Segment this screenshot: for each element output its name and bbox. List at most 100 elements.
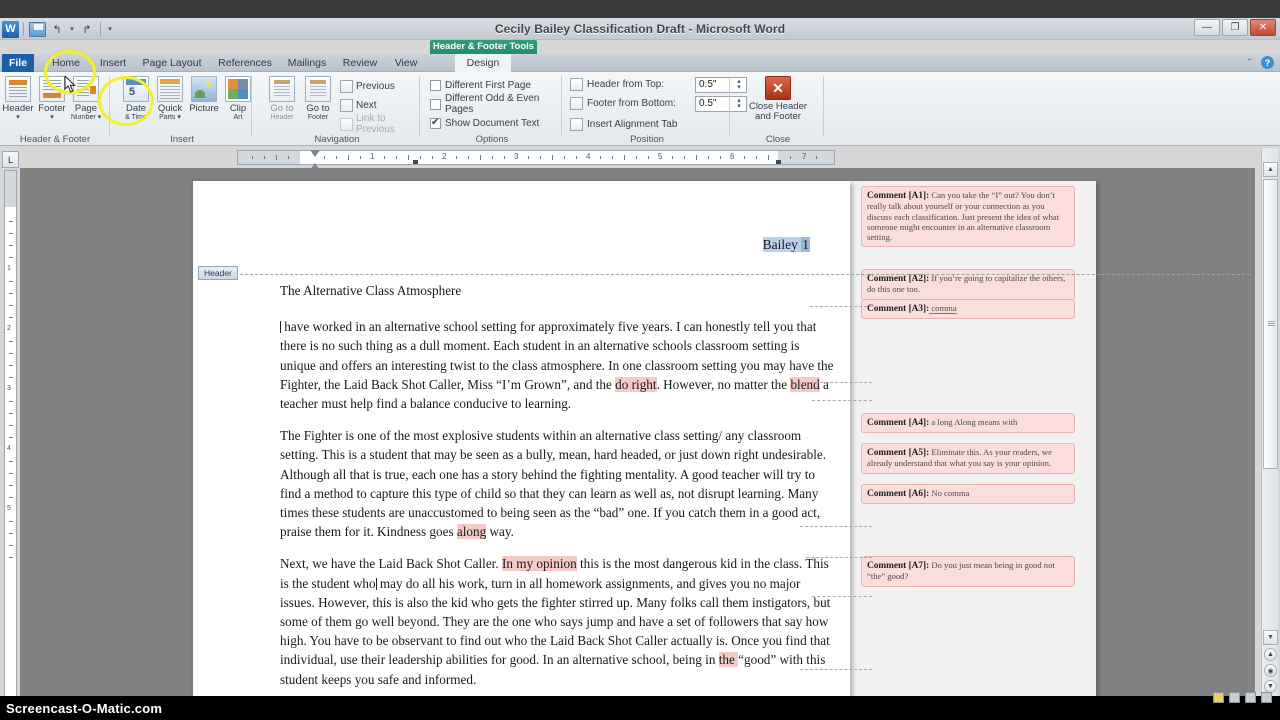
different-odd-even-pages-checkbox[interactable]: Different Odd & Even Pages: [430, 93, 562, 115]
word-application-window: W ↰ ▾ ↱ ▾ Cecily Bailey Classification D…: [0, 0, 1280, 720]
header-from-top-label: Header from Top:: [587, 79, 665, 90]
date-time-label-1: Date: [125, 103, 147, 114]
status-icon-3: [1245, 692, 1256, 703]
ribbon-tab-strip[interactable]: File Home Insert Page Layout References …: [0, 54, 1280, 72]
different-first-page-checkbox[interactable]: Different First Page: [430, 77, 531, 93]
show-document-text-checkbox[interactable]: Show Document Text: [430, 115, 539, 131]
word-window: W ↰ ▾ ↱ ▾ Cecily Bailey Classification D…: [0, 18, 1280, 714]
tab-mailings[interactable]: Mailings: [281, 54, 333, 72]
ribbon-group-position: Header from Top: ▴▾ Footer from Bottom: …: [564, 72, 747, 146]
link-to-previous-button[interactable]: Link to Previous: [340, 113, 420, 135]
document-header-right[interactable]: Bailey 1: [762, 237, 810, 253]
header-from-top-input: [696, 78, 732, 91]
vertical-scrollbar[interactable]: ▲ ▼ ▲ ◉ ▼: [1261, 148, 1278, 704]
document-page[interactable]: Bailey 1 Header The Alternative Class At…: [193, 181, 1250, 704]
select-browse-object-button[interactable]: ◉: [1264, 664, 1277, 677]
commented-text-highlight: blend: [790, 376, 820, 392]
tab-file[interactable]: File: [2, 54, 34, 72]
tab-stop-selector[interactable]: L: [2, 151, 19, 168]
paragraph-2[interactable]: The Fighter is one of the most explosive…: [280, 426, 835, 541]
scroll-down-button[interactable]: ▼: [1263, 630, 1278, 645]
vruler-num-5: 5: [7, 505, 11, 512]
maximize-button[interactable]: ❐: [1222, 19, 1248, 36]
tab-home[interactable]: Home: [44, 54, 88, 72]
previous-page-button[interactable]: ▲: [1264, 648, 1277, 661]
ruler-tab-stop-center[interactable]: [413, 160, 418, 164]
close-header-and-footer-button[interactable]: ✕ Close Header and Footer: [748, 76, 808, 122]
page-number-label-2[interactable]: Number ▾: [71, 114, 101, 121]
vertical-scroll-thumb[interactable]: [1263, 179, 1278, 469]
vruler-num-4: 4: [7, 445, 11, 452]
tab-page-layout[interactable]: Page Layout: [137, 54, 207, 72]
go-to-footer-button[interactable]: Go to Footer: [296, 76, 340, 121]
comment-label-a6: Comment [A6]:: [867, 489, 930, 499]
previous-label: Previous: [356, 80, 395, 92]
header-boundary-line: [210, 274, 1250, 275]
ribbon-group-insert: Date& Time QuickParts ▾ Picture ClipArt …: [112, 72, 252, 146]
header-button-label: Header: [2, 103, 34, 114]
header-dropdown-caret-icon[interactable]: ▾: [2, 114, 33, 121]
header-text: Bailey: [762, 237, 802, 252]
footer-dropdown-caret-icon[interactable]: ▾: [38, 114, 65, 121]
paragraph-3[interactable]: Next, we have the Laid Back Shot Caller.…: [280, 554, 835, 688]
comment-balloon-a4[interactable]: Comment [A4]: a long Along means with: [861, 413, 1075, 434]
comment-leader-a7: [800, 669, 872, 670]
footer-from-bottom-row[interactable]: Footer from Bottom: ▴▾: [570, 95, 747, 112]
document-body[interactable]: The Alternative Class Atmosphere have wo…: [280, 281, 835, 702]
footer-from-bottom-icon: [570, 97, 583, 110]
close-header-footer-icon: ✕: [765, 76, 791, 100]
comment-balloon-a3[interactable]: Comment [A3]: comma: [861, 299, 1075, 320]
page-number-button[interactable]: Page Number ▾: [64, 76, 108, 121]
paragraph-text: Next, we have the Laid Back Shot Caller.: [280, 556, 502, 572]
minimize-button[interactable]: —: [1194, 19, 1220, 36]
group-label-navigation: Navigation: [314, 134, 360, 145]
vruler-num-2: 2: [7, 325, 11, 332]
group-label-close: Close: [765, 134, 791, 145]
header-from-top-row[interactable]: Header from Top: ▴▾: [570, 76, 747, 93]
vertical-ruler[interactable]: 1 2 3 4 5: [4, 170, 17, 704]
header-from-top-icon: [570, 78, 583, 91]
window-controls[interactable]: — ❐ ✕: [1194, 19, 1276, 36]
vruler-num-3: 3: [7, 385, 11, 392]
first-line-indent-marker[interactable]: [310, 150, 320, 157]
document-workspace[interactable]: Comment [A1]: Can you take the “I” out? …: [20, 168, 1255, 704]
watermark-text: Screencast-O-Matic.com: [6, 700, 163, 716]
close-button[interactable]: ✕: [1250, 19, 1276, 36]
header-page-number-field: 1: [801, 237, 810, 252]
quick-parts-label-2[interactable]: Parts ▾: [158, 114, 182, 121]
paragraph-1[interactable]: have worked in an alternative school set…: [280, 317, 835, 413]
previous-icon: [340, 79, 353, 93]
checkbox-box-different-odd-even: [430, 98, 441, 110]
horizontal-ruler[interactable]: 1 2 3 4 5 6 7: [237, 150, 835, 170]
tab-references[interactable]: References: [212, 54, 278, 72]
collapse-ribbon-icon[interactable]: ⌃: [1243, 56, 1256, 69]
ruler-tab-stop-right[interactable]: [776, 160, 781, 164]
scroll-up-button[interactable]: ▲: [1263, 162, 1278, 177]
tab-insert[interactable]: Insert: [93, 54, 133, 72]
next-button[interactable]: Next: [340, 97, 377, 113]
comment-balloon-a6[interactable]: Comment [A6]: No comma: [861, 484, 1075, 505]
ribbon-help-icons[interactable]: ⌃ ?: [1243, 56, 1274, 69]
comment-balloon-a5[interactable]: Comment [A5]: Eliminate this. As your re…: [861, 443, 1075, 474]
previous-button[interactable]: Previous: [340, 78, 395, 94]
vruler-num-1: 1: [7, 265, 11, 272]
desktop-background-top: [0, 0, 1280, 18]
paragraph-text: . However, no matter the: [656, 376, 791, 392]
insert-alignment-tab-button[interactable]: Insert Alignment Tab: [570, 116, 677, 133]
comment-text-a6: No comma: [929, 488, 970, 498]
help-icon[interactable]: ?: [1261, 56, 1274, 69]
checkbox-box-show-document-text: [430, 117, 441, 129]
comment-label-a2: Comment [A2]:: [867, 274, 930, 284]
go-to-header-label-1: Go to: [270, 103, 294, 114]
tab-review[interactable]: Review: [337, 54, 383, 72]
comment-balloon-a7[interactable]: Comment [A7]: Do you just mean being in …: [861, 556, 1075, 587]
ribbon-group-header-footer: Header ▾ Footer ▾ Page Number ▾ Header & Fo…: [0, 72, 110, 146]
group-divider-3: [419, 76, 420, 136]
comment-review-pane: Comment [A1]: Can you take the “I” out? …: [850, 181, 1096, 704]
tab-view[interactable]: View: [387, 54, 425, 72]
screen-recorder-watermark-bar: Screencast-O-Matic.com: [0, 692, 1280, 720]
comment-leader-a5: [806, 557, 872, 558]
comment-balloon-a1[interactable]: Comment [A1]: Can you take the “I” out? …: [861, 186, 1075, 248]
document-title: The Alternative Class Atmosphere: [280, 283, 462, 298]
tab-design[interactable]: Design: [455, 54, 511, 72]
